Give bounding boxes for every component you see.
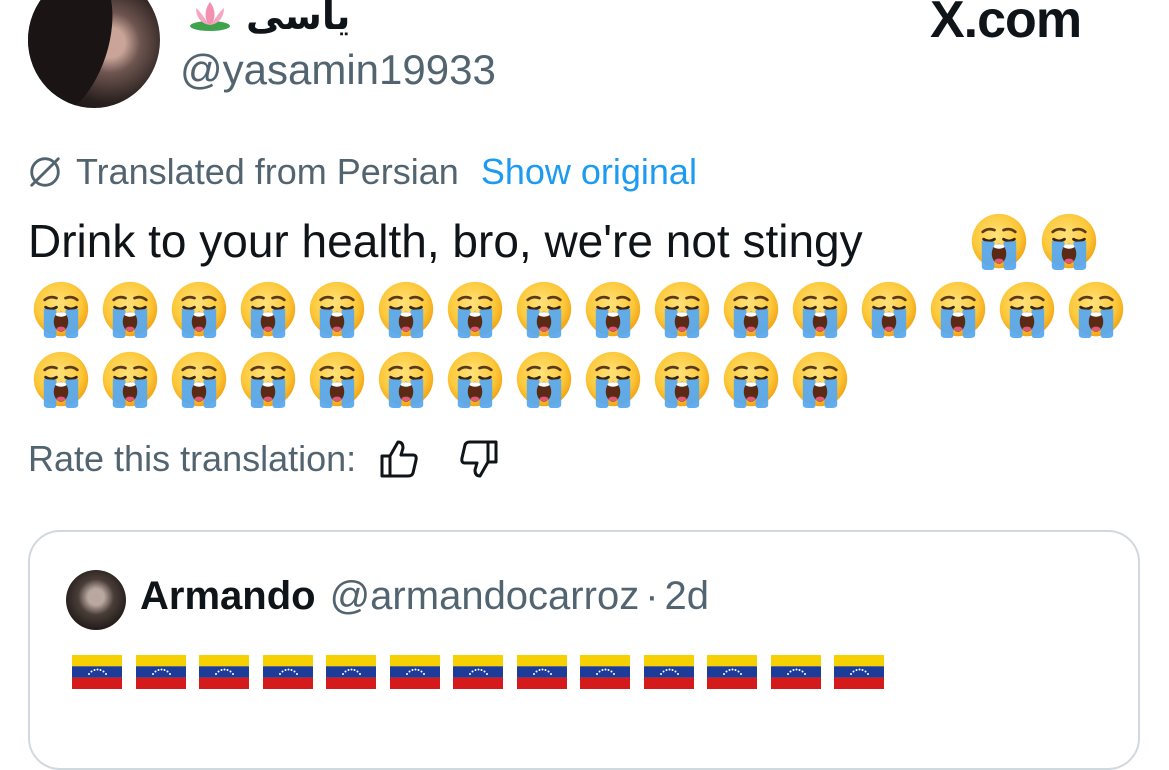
quote-author-handle[interactable]: @armandocarroz	[330, 574, 640, 619]
quote-flags	[72, 655, 884, 689]
loudly-crying-face-icon	[101, 280, 159, 338]
loudly-crying-face-icon	[929, 280, 987, 338]
loudly-crying-face-icon	[998, 280, 1056, 338]
loudly-crying-face-icon	[653, 350, 711, 408]
lotus-icon	[190, 2, 230, 31]
brand-label: X.com	[930, 0, 1082, 49]
loudly-crying-face-icon	[308, 280, 366, 338]
author-handle[interactable]: @yasamin19933	[180, 45, 496, 95]
loudly-crying-face-icon	[722, 280, 780, 338]
loudly-crying-face-icon	[515, 280, 573, 338]
loudly-crying-face-icon	[308, 350, 366, 408]
translation-notice: Translated from Persian Show original	[26, 150, 697, 194]
venezuela-flag-icon	[136, 655, 186, 689]
emoji-row-1	[970, 212, 1098, 270]
loudly-crying-face-icon	[1040, 212, 1098, 270]
emoji-row-3	[32, 350, 849, 408]
venezuela-flag-icon	[771, 655, 821, 689]
loudly-crying-face-icon	[860, 280, 918, 338]
loudly-crying-face-icon	[515, 350, 573, 408]
thumbs-down-icon[interactable]	[456, 436, 502, 482]
loudly-crying-face-icon	[1067, 280, 1125, 338]
quote-timestamp[interactable]: 2d	[665, 574, 710, 619]
author-avatar[interactable]	[28, 0, 160, 108]
venezuela-flag-icon	[580, 655, 630, 689]
loudly-crying-face-icon	[101, 350, 159, 408]
venezuela-flag-icon	[390, 655, 440, 689]
rate-label: Rate this translation:	[28, 438, 357, 479]
venezuela-flag-icon	[199, 655, 249, 689]
quote-author-avatar[interactable]	[66, 570, 126, 630]
globe-slash-icon	[30, 157, 60, 187]
loudly-crying-face-icon	[446, 350, 504, 408]
loudly-crying-face-icon	[32, 350, 90, 408]
quoted-tweet-card[interactable]	[28, 530, 1140, 770]
rate-translation: Rate this translation:	[28, 436, 502, 482]
loudly-crying-face-icon	[239, 350, 297, 408]
quote-header: Armando @armandocarroz · 2d	[140, 574, 709, 619]
loudly-crying-face-icon	[170, 350, 228, 408]
loudly-crying-face-icon	[653, 280, 711, 338]
venezuela-flag-icon	[326, 655, 376, 689]
venezuela-flag-icon	[707, 655, 757, 689]
emoji-row-2	[32, 280, 1125, 338]
venezuela-flag-icon	[834, 655, 884, 689]
show-original-link[interactable]: Show original	[481, 151, 697, 193]
quote-separator: ·	[645, 574, 659, 618]
loudly-crying-face-icon	[239, 280, 297, 338]
loudly-crying-face-icon	[584, 350, 642, 408]
tweet-text: Drink to your health, bro, we're not sti…	[28, 212, 863, 270]
loudly-crying-face-icon	[32, 280, 90, 338]
venezuela-flag-icon	[263, 655, 313, 689]
venezuela-flag-icon	[72, 655, 122, 689]
loudly-crying-face-icon	[791, 280, 849, 338]
loudly-crying-face-icon	[584, 280, 642, 338]
loudly-crying-face-icon	[170, 280, 228, 338]
venezuela-flag-icon	[517, 655, 567, 689]
translated-label: Translated from Persian	[76, 151, 459, 192]
thumbs-up-icon[interactable]	[376, 436, 422, 482]
loudly-crying-face-icon	[377, 350, 435, 408]
tweet-text-content: Drink to your health, bro, we're not sti…	[28, 215, 863, 267]
loudly-crying-face-icon	[791, 350, 849, 408]
loudly-crying-face-icon	[722, 350, 780, 408]
venezuela-flag-icon	[453, 655, 503, 689]
loudly-crying-face-icon	[377, 280, 435, 338]
venezuela-flag-icon	[644, 655, 694, 689]
loudly-crying-face-icon	[970, 212, 1028, 270]
author-display-name[interactable]: یاسی	[246, 0, 350, 38]
quote-author-name[interactable]: Armando	[140, 574, 316, 619]
loudly-crying-face-icon	[446, 280, 504, 338]
